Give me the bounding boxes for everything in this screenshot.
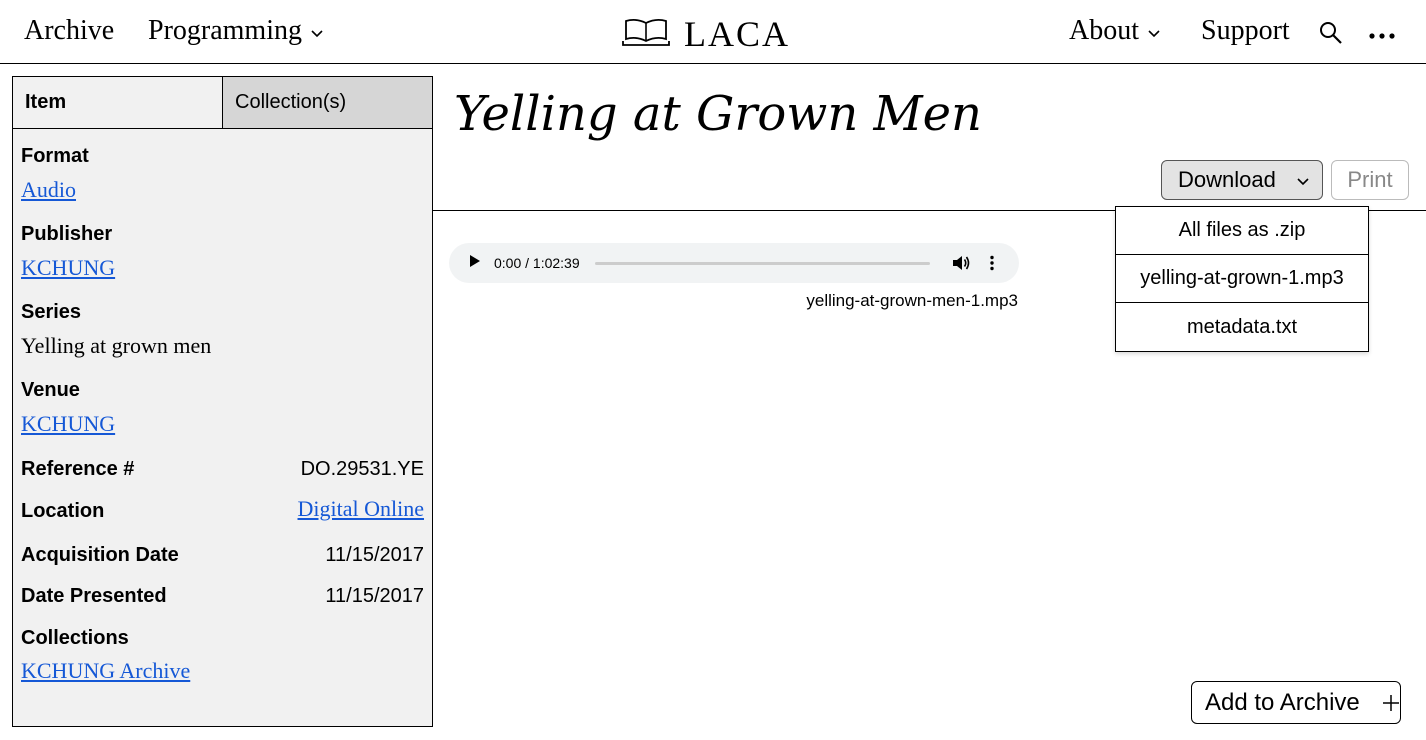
collections-link[interactable]: KCHUNG Archive (21, 658, 190, 684)
format-link[interactable]: Audio (21, 177, 76, 203)
search-icon[interactable] (1318, 20, 1344, 51)
chevron-down-icon (310, 14, 324, 48)
nav-programming[interactable]: Programming (148, 14, 324, 48)
book-icon (622, 17, 670, 52)
add-to-archive-button[interactable]: Add to Archive (1191, 681, 1401, 724)
location-link[interactable]: Digital Online (298, 497, 424, 521)
audio-filename: yelling-at-grown-men-1.mp3 (806, 291, 1018, 310)
more-options-icon[interactable] (1368, 28, 1396, 46)
format-label: Format (21, 145, 89, 167)
date-presented-label: Date Presented (21, 585, 167, 607)
download-menu-item-mp3[interactable]: yelling-at-grown-1.mp3 (1116, 255, 1368, 303)
top-navigation: Archive Programming LACA About Support (0, 0, 1426, 64)
plus-icon (1382, 687, 1400, 719)
logo-text: LACA (684, 14, 790, 54)
download-button-label: Download (1178, 167, 1276, 192)
nav-about-label: About (1069, 15, 1139, 46)
nav-archive[interactable]: Archive (24, 14, 114, 48)
series-value: Yelling at grown men (21, 333, 212, 358)
download-menu: All files as .zip yelling-at-grown-1.mp3… (1115, 206, 1369, 352)
player-time: 0:00 / 1:02:39 (494, 255, 580, 271)
publisher-link[interactable]: KCHUNG (21, 255, 115, 281)
chevron-down-icon (1296, 167, 1310, 193)
tab-collections[interactable]: Collection(s) (222, 77, 432, 128)
nav-archive-label: Archive (24, 15, 115, 46)
nav-programming-label: Programming (148, 15, 302, 46)
series-label: Series (21, 301, 82, 323)
acquisition-date-label: Acquisition Date (21, 544, 179, 566)
item-details-panel: Item Collection(s) Format Audio Publishe… (12, 76, 433, 727)
play-icon[interactable] (469, 254, 481, 273)
date-presented-value: 11/15/2017 (325, 585, 424, 607)
download-menu-item-metadata[interactable]: metadata.txt (1116, 303, 1368, 351)
venue-link[interactable]: KCHUNG (21, 411, 115, 437)
print-button[interactable]: Print (1331, 160, 1409, 200)
reference-label: Reference # (21, 458, 135, 480)
reference-value: DO.29531.YE (300, 458, 424, 480)
site-logo[interactable]: LACA (622, 14, 790, 54)
collections-label: Collections (21, 627, 129, 649)
download-button[interactable]: Download (1161, 160, 1323, 200)
acquisition-date-value: 11/15/2017 (325, 544, 424, 566)
nav-support-label: Support (1201, 15, 1290, 46)
location-label: Location (21, 500, 105, 522)
panel-tabs: Item Collection(s) (13, 77, 432, 129)
page-title: Yelling at Grown Men (454, 86, 982, 142)
player-progress-track[interactable] (595, 262, 930, 265)
nav-support[interactable]: Support (1201, 14, 1290, 48)
download-menu-item-zip[interactable]: All files as .zip (1116, 207, 1368, 255)
publisher-label: Publisher (21, 223, 113, 245)
venue-label: Venue (21, 379, 80, 401)
nav-about[interactable]: About (1069, 14, 1161, 48)
volume-icon[interactable] (952, 255, 970, 276)
player-more-icon[interactable] (989, 255, 995, 276)
tab-item[interactable]: Item (13, 77, 222, 128)
add-to-archive-label: Add to Archive (1205, 688, 1360, 716)
audio-player[interactable]: 0:00 / 1:02:39 (449, 243, 1019, 283)
chevron-down-icon (1147, 14, 1161, 48)
